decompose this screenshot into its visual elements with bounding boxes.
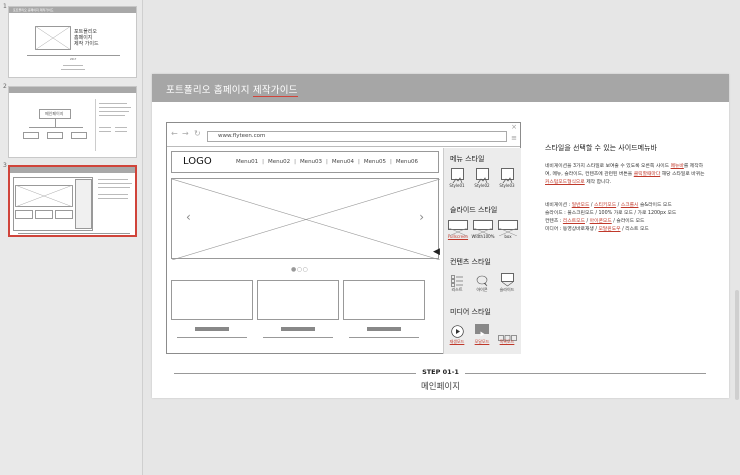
content-card: [343, 280, 425, 320]
thumb-line: 제작 가이드: [74, 41, 99, 47]
forward-arrow-icon: →: [182, 129, 189, 138]
style-label: 모달모드: [474, 339, 490, 344]
slide-number: 3: [3, 162, 7, 169]
description-nav-line: 네비게이션 : 일반모드 / 스티키모드 / 스크롤시 슬&라이드 모드: [545, 203, 672, 208]
step-label-text: STEP 01-1: [416, 368, 465, 376]
site-logo: LOGO: [183, 156, 212, 167]
url-bar: www.flyteen.com: [207, 131, 507, 142]
video-modal-icon: [475, 324, 489, 337]
url-text: www.flyteen.com: [218, 133, 266, 139]
menu-item: Menu05: [363, 159, 386, 165]
vertical-scrollbar[interactable]: [733, 0, 740, 475]
slide-canvas[interactable]: 포트폴리오 홈페이지 제작가이드 ← → ↻ www.flyteen.com ×…: [152, 74, 729, 398]
image-icon: [476, 168, 489, 184]
card-title-bar: [367, 327, 401, 331]
wireframe-icon: [35, 26, 71, 50]
refresh-icon: ↻: [194, 129, 201, 138]
width-icon: [473, 220, 493, 237]
menu-item: Menu01: [236, 159, 259, 165]
card-text-line: [263, 337, 333, 338]
style-label: Fullscreen: [447, 234, 469, 239]
description-paragraph: 네비게이션을 3가지 스타일로 보여줄 수 있도록 오른쪽 사이드 메뉴바를 제…: [545, 164, 705, 185]
thumb-footer: 2017: [70, 58, 77, 61]
style-label: Style02: [474, 183, 490, 188]
play-circle-icon: [451, 323, 464, 338]
slide-header: 포트폴리오 홈페이지 제작가이드: [152, 74, 729, 102]
browser-toolbar: ← → ↻ www.flyteen.com × ≡: [167, 123, 520, 147]
chevron-right-icon: ›: [419, 210, 424, 224]
slide-number: 1: [3, 3, 7, 10]
scrollbar-thumb[interactable]: [735, 290, 739, 400]
style-label: 재생모드: [449, 339, 465, 344]
image-placeholder-icon: [172, 179, 440, 260]
style-label: 목록모드: [499, 339, 515, 344]
style-label: Style03: [499, 183, 515, 188]
fullscreen-icon: [448, 220, 468, 237]
style-sidebar: 메뉴 스타일 Style01 Style02 Style03 슬라이드 스타일: [443, 148, 521, 354]
slide-number: 2: [3, 83, 7, 90]
card-title-bar: [195, 327, 229, 331]
style-label: Width100%: [471, 234, 495, 239]
back-arrow-icon: ←: [171, 129, 178, 138]
site-header: LOGO Menu01 | Menu02 | Menu03 | Menu04 | Menu05 |…: [171, 151, 439, 173]
card-title-bar: [281, 327, 315, 331]
menu-item: Menu04: [331, 159, 355, 165]
slide-thumbnail-1[interactable]: 포트폴리오 홈페이지 제작가이드 포트폴리오 홈페이지 제작 가이드 2017: [8, 6, 137, 78]
chat-icon: [476, 272, 489, 287]
wireframe-icon: [15, 185, 73, 207]
hero-slider-placeholder: ‹ ›: [171, 178, 440, 260]
image-icon: [451, 168, 464, 184]
slide-thumbnail-panel: 1 포트폴리오 홈페이지 제작가이드 포트폴리오 홈페이지 제작 가이드 201…: [0, 0, 143, 475]
list-icon: [451, 272, 464, 287]
chevron-left-icon: ‹: [186, 210, 191, 224]
sidebar-toggle-icon: ◀: [433, 247, 440, 257]
hamburger-menu-icon: ≡: [511, 134, 517, 142]
description-slide-line: 슬라이드 : 풀스크린모드 / 100% 가로 모드 / 가로 1200px 모…: [545, 211, 677, 216]
step-label: STEP 01-1: [152, 368, 729, 376]
description-media-line: 미디어 : 동영상바로재생 / 모달윈도우 / 리스트 모드: [545, 227, 649, 232]
menu-item: Menu03: [299, 159, 323, 165]
menu-style-title: 메뉴 스타일: [450, 155, 485, 163]
style-label: box: [504, 234, 512, 239]
browser-mockup: ← → ↻ www.flyteen.com × ≡ LOGO Menu01 | Me…: [166, 122, 521, 354]
style-label: 아이콘: [476, 287, 488, 292]
mail-icon: [501, 273, 514, 287]
site-menu: Menu01 | Menu02 | Menu03 | Menu04 | Menu05 | Menu0…: [236, 159, 418, 165]
thumb-box-label: 메인페이지: [45, 111, 64, 116]
slide-title: 포트폴리오 홈페이지 제작가이드: [166, 82, 298, 97]
image-icon: [501, 168, 514, 184]
title-underlined: 제작가이드: [252, 85, 298, 97]
slider-dots: ●○○: [291, 266, 309, 273]
style-label: Style01: [449, 183, 465, 188]
close-icon: ×: [511, 123, 517, 131]
site-wireframe: LOGO Menu01 | Menu02 | Menu03 | Menu04 | Menu05 |…: [171, 151, 440, 353]
grid-icon: [498, 326, 518, 341]
box-icon: [498, 220, 518, 237]
content-card: [257, 280, 339, 320]
slide-style-title: 슬라이드 스타일: [450, 206, 498, 214]
slide-thumbnail-2[interactable]: 메인페이지: [8, 86, 137, 158]
style-label: 슬라이드: [499, 287, 515, 292]
thumb-title: 포트폴리오 홈페이지 제작가이드: [13, 8, 54, 12]
step-subtitle: 메인페이지: [420, 382, 461, 392]
description-title: 스타일을 선택할 수 있는 사이드메뉴바: [545, 144, 657, 152]
content-card: [171, 280, 253, 320]
media-style-title: 미디어 스타일: [450, 308, 491, 316]
slide-thumbnail-3[interactable]: [8, 165, 137, 237]
title-prefix: 포트폴리오 홈페이지: [166, 85, 253, 96]
card-text-line: [349, 337, 419, 338]
style-label: 리스트: [451, 287, 463, 292]
content-style-title: 컨텐츠 스타일: [450, 258, 491, 266]
description-content-line: 컨텐츠 : 리스트모드 / 아이콘모드 / 슬라이드 모드: [545, 219, 645, 224]
menu-item: Menu02: [267, 159, 291, 165]
card-text-line: [177, 337, 247, 338]
menu-item: Menu06: [395, 159, 418, 165]
